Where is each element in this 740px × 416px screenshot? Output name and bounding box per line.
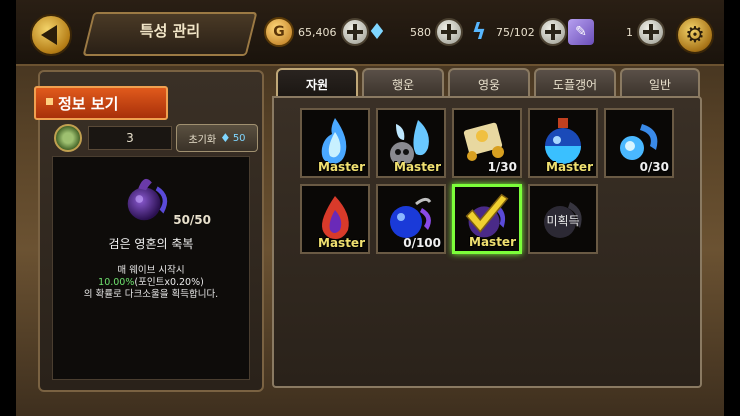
ticket-resource: ✎ 1 (568, 16, 665, 48)
energy-value: 75/102 (496, 25, 535, 39)
reset-label: 초기화 (188, 134, 217, 146)
skill-level: Master (318, 236, 365, 250)
skill-slot[interactable]: Master (376, 108, 446, 178)
skill-name: 검은 영혼의 축복 (108, 237, 194, 251)
tab-luck[interactable]: 행운 (362, 68, 444, 98)
tab-resources[interactable]: 자원 (276, 68, 358, 98)
add-energy-button[interactable] (538, 18, 567, 46)
skill-slot-selected[interactable]: Master (452, 184, 522, 254)
back-button[interactable] (30, 14, 72, 56)
skill-slot[interactable]: Master (528, 108, 598, 178)
tab-doppelganger[interactable]: 도플갱어 (534, 68, 616, 98)
skill-slot[interactable]: Master (300, 184, 370, 254)
energy-resource: ϟ 75/102 (466, 16, 567, 48)
skill-level: 0/30 (639, 160, 669, 174)
letterbox-right (724, 0, 740, 416)
detail-progress: 50/50 (173, 213, 211, 227)
scroll-ticket-icon: ✎ (568, 19, 594, 45)
ticket-value: 1 (626, 25, 633, 39)
desc-line-3: 의 확률로 다크소울을 획득합니다. (83, 289, 219, 300)
gem-icon: ♦ (367, 19, 387, 45)
add-gems-button[interactable] (435, 18, 463, 46)
trait-points: 3 (88, 126, 172, 150)
desc-line-2: 10.00%(포인트x0.20%) (53, 277, 249, 289)
add-tickets-button[interactable] (637, 18, 665, 46)
letterbox-left (0, 0, 16, 416)
skill-level: Master (469, 235, 516, 249)
gold-resource: G 65,406 (264, 16, 369, 48)
skill-level: 0/100 (403, 236, 441, 250)
tab-general[interactable]: 일반 (620, 68, 700, 98)
gold-coin-icon: G (264, 17, 294, 47)
unacquired-label: 미획득 (546, 214, 580, 228)
medal-icon (54, 124, 82, 152)
skill-level: 1/30 (487, 160, 517, 174)
skill-level: Master (394, 160, 441, 174)
lightning-icon: ϟ (471, 19, 487, 45)
skill-slot-locked[interactable]: 미획득 (528, 184, 598, 254)
desc-chance: 10.00% (98, 277, 135, 288)
page-title: 특성 관리 (139, 22, 201, 40)
skill-level: Master (546, 160, 593, 174)
skill-slot[interactable]: 1/30 (452, 108, 522, 178)
reset-button[interactable]: 초기화 ♦ 50 (176, 124, 258, 152)
info-title: 정보 보기 (58, 95, 119, 113)
gem-value: 580 (410, 25, 431, 39)
skill-detail: 50/50 검은 영혼의 축복 매 웨이브 시작시 10.00%(포인트x0.2… (52, 156, 250, 380)
category-tabs: 자원 행운 영웅 도플갱어 일반 (272, 68, 702, 98)
gem-icon: ♦ (220, 131, 231, 145)
skill-slot[interactable]: 0/30 (604, 108, 674, 178)
skill-slot[interactable]: 0/100 (376, 184, 446, 254)
reset-cost: 50 (232, 132, 246, 144)
info-panel: 정보 보기 3 초기화 ♦ 50 50/50 검은 영혼의 축복 매 웨이브 시… (34, 70, 264, 392)
desc-formula: (포인트x0.20%) (134, 277, 204, 288)
skill-grid: Master Master 1/30 Master 0/30 Master 0/… (272, 96, 702, 388)
tab-hero[interactable]: 영웅 (448, 68, 530, 98)
screen: 특성 관리 G 65,406 ♦ 580 ϟ 75/102 ✎ 1 ⚙ 정보 보… (0, 0, 740, 416)
skill-slot[interactable]: Master (300, 108, 370, 178)
gear-icon: ⚙ (685, 22, 705, 48)
level-row: 3 초기화 ♦ 50 (52, 124, 258, 152)
back-arrow-icon (41, 25, 57, 45)
settings-button[interactable]: ⚙ (676, 16, 714, 54)
info-header: 정보 보기 (34, 86, 168, 120)
gem-resource: ♦ 580 (364, 16, 463, 48)
gold-value: 65,406 (298, 25, 337, 39)
desc-line-1: 매 웨이브 시작시 (117, 265, 185, 276)
bullet-icon (46, 98, 53, 105)
skill-description: 매 웨이브 시작시 10.00%(포인트x0.20%) 의 확률로 다크소울을 … (53, 265, 249, 301)
skill-level: Master (318, 160, 365, 174)
dark-soul-orb-icon (127, 178, 168, 221)
